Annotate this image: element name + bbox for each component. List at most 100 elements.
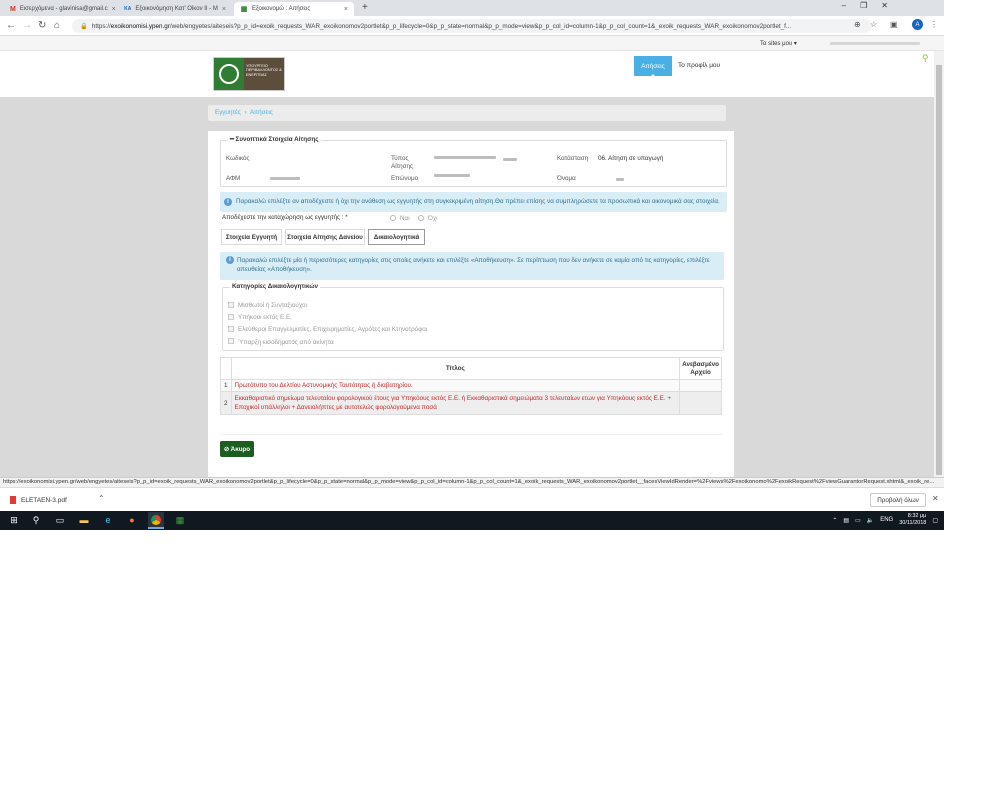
status-url: https://exoikonomisi.ypen.gr/web/engyete… [0,477,944,487]
breadcrumb-item-aitiseis[interactable]: Αιτήσεις [250,109,273,116]
search-icon[interactable]: ⚲ [922,53,929,64]
task-view-icon[interactable]: ▭ [54,514,66,526]
edge-icon[interactable]: e [102,514,114,526]
category-checkbox[interactable] [228,302,234,308]
new-tab-button[interactable]: + [362,2,368,13]
clock-date: 30/11/2018 [899,520,927,526]
menu-dots-icon[interactable]: ⋮ [930,20,938,29]
clock[interactable]: 8:32 μμ 30/11/2018 [899,513,926,527]
row-file [679,391,722,415]
eponymo-label: Επώνυμο [391,175,419,182]
windows-taskbar: ⊞ ⚲ ▭ ▬ e ● ▦ ⌃ ▤ ▭ 🔈 ENG 8:32 μμ 30/11/… [0,511,944,530]
volume-icon[interactable]: 🔈 [867,517,874,524]
notifications-icon[interactable]: ▢ [932,517,938,524]
restore-icon[interactable]: ❐ [860,1,867,10]
masked-username [830,42,920,45]
site-icon: ▦ [240,6,248,13]
close-window-icon[interactable]: ✕ [881,1,888,10]
network-icon[interactable]: ▤ [843,517,849,524]
url-host: exoikonomisi.ypen.gr [110,22,170,30]
tab-documents[interactable]: Δικαιολογητικά [368,229,425,245]
row-title: Πρωτότυπο του Δελτίου Αστυνομικής Ταυτότ… [230,379,681,392]
accept-label: Αποδέχεστε την καταχώρηση ως εγγυητής : … [222,214,348,221]
chrome-icon[interactable] [148,512,164,529]
reload-icon[interactable]: ↻ [38,20,46,31]
accept-no-radio[interactable] [418,215,424,221]
show-all-downloads-button[interactable]: Προβολή όλων [870,493,926,507]
accept-no-label: Όχι [428,215,438,222]
url-input[interactable]: 🔒 https://exoikonomisi.ypen.gr/web/engye… [72,19,872,33]
accept-yes-radio[interactable] [390,215,396,221]
chevron-up-icon[interactable]: ⌃ [98,494,105,503]
cancel-button[interactable]: ⊘ Άκυρο [220,441,254,457]
masked-afm [270,177,300,180]
profile-avatar[interactable]: A [912,19,923,30]
kodikos-label: Κωδικός [226,155,250,162]
close-icon[interactable]: ✕ [932,494,939,503]
excel-icon[interactable]: ▦ [174,514,186,526]
info-icon: i [226,256,234,264]
tab-loan-info[interactable]: Στοιχεία Αίτησης Δανείου [285,229,365,245]
row-number: 1 [220,379,232,392]
tab-guarantor-info[interactable]: Στοιχεία Εγγυητή [221,229,282,245]
home-icon[interactable]: ⌂ [54,20,60,31]
my-sites-link[interactable]: Τα sites μου ▾ [760,40,797,47]
extension-icon[interactable]: ▣ [890,20,898,29]
masked-onoma [616,178,624,181]
firefox-icon[interactable]: ● [126,514,138,526]
typos-label: Τύπος Αίτησης [391,155,414,170]
download-filename: ELETAEN-3.pdf [21,496,67,504]
col-num-header [220,357,232,380]
categories-legend: Κατηγορίες Δικαιολογητικών [230,283,321,290]
masked-typos-2 [503,158,517,161]
logo-text: ΥΠΟΥΡΓΕΙΟ ΠΕΡΙΒΑΛΛΟΝΤΟΣ & ΕΝΕΡΓΕΙΑΣ [244,58,284,90]
search-icon[interactable]: ⚲ [30,514,42,526]
documents-table: Τίτλος Ανεβασμένο Αρχείο 1 Πρωτότυπο του… [220,357,722,415]
breadcrumb-item-engyetes[interactable]: Εγγυητές [215,109,241,116]
nav-aitiseis[interactable]: Αιτήσεις [634,56,672,77]
summary-legend[interactable]: ━ Συνοπτικά Στοιχεία Αίτησης [228,136,321,143]
download-item[interactable]: ELETAEN-3.pdf [10,496,67,504]
scroll-thumb[interactable] [936,65,942,475]
emblem-icon [214,58,244,90]
close-icon[interactable]: × [108,6,116,13]
pdf-icon [10,496,16,504]
system-tray: ⌃ ▤ ▭ 🔈 ENG 8:32 μμ 30/11/2018 ▢ [832,513,938,527]
minimize-icon[interactable]: – [842,1,846,10]
nav-profile[interactable]: Το προφίλ μου [678,62,720,69]
table-row[interactable]: 1 Πρωτότυπο του Δελτίου Αστυνομικής Ταυτ… [220,379,722,392]
categories-info-alert: i Παρακαλώ επιλέξτε μία ή περισσότερες κ… [220,252,724,280]
close-icon[interactable]: × [218,6,226,13]
windows-start-icon[interactable]: ⊞ [8,514,20,526]
category-checkbox[interactable] [228,338,234,344]
zoom-icon[interactable]: ⊕ [854,20,861,29]
back-icon[interactable]: ← [6,20,16,31]
forward-icon[interactable]: → [22,20,32,31]
display-icon[interactable]: ▭ [855,517,861,524]
chevron-up-icon[interactable]: ⌃ [832,517,837,524]
category-checkbox[interactable] [228,314,234,320]
bookmark-star-icon[interactable]: ☆ [870,20,877,29]
katastasi-label: Κατάσταση [557,155,589,162]
gmail-icon: M [10,5,16,13]
breadcrumb: Εγγυητές › Αιτήσεις [208,105,726,121]
language-indicator[interactable]: ENG [880,517,893,523]
row-number: 2 [220,391,232,415]
col-title-header: Τίτλος [230,357,681,380]
category-label: Μισθωτοί ή Συνταξιούχοι [238,302,307,309]
close-icon[interactable]: × [340,6,348,13]
ministry-logo[interactable]: ΥΠΟΥΡΓΕΙΟ ΠΕΡΙΒΑΛΛΟΝΤΟΣ & ΕΝΕΡΓΕΙΑΣ [213,57,285,91]
url-path: /web/engyetes/aiteseis?p_p_id=exoik_requ… [169,22,792,30]
category-checkbox[interactable] [228,326,234,332]
tab-gmail[interactable]: M Εισερχόμενα - glavinisa@gmail.c × [4,2,116,16]
tab-exoikonomisi[interactable]: ΚΑ Εξοικονόμηση Κατ' Οίκον ΙΙ - Μ × [118,2,232,16]
address-bar: ← → ↻ ⌂ 🔒 https://exoikonomisi.ypen.gr/w… [0,16,944,36]
table-row[interactable]: 2 Εκκαθαριστικό σημείωμα τελευταίου φορο… [220,391,722,415]
page-scrollbar[interactable] [934,51,944,477]
row-title: Εκκαθαριστικό σημείωμα τελευταίου φορολο… [230,391,681,415]
tab-aitiseis[interactable]: ▦ Εξοικονομώ : Αιτήσεις × [234,2,354,16]
clock-time: 8:32 μμ [907,513,927,519]
file-explorer-icon[interactable]: ▬ [78,514,90,526]
categories-alert-text: Παρακαλώ επιλέξτε μία ή περισσότερες κατ… [237,257,710,273]
breadcrumb-separator: › [244,109,247,116]
